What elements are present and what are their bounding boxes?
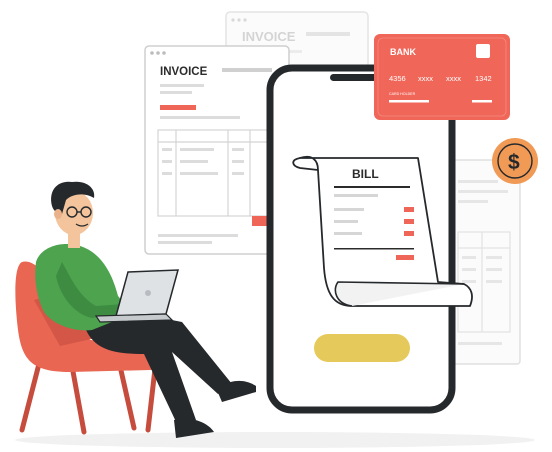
- invoice-title: INVOICE: [160, 66, 208, 78]
- card-number-part-4: 1342: [475, 74, 492, 83]
- card-number-part-2: xxxx: [418, 74, 433, 83]
- bill-title: BILL: [352, 167, 379, 181]
- bank-card: BANK 4356 xxxx xxxx 1342 CARD HOLDER: [374, 34, 510, 120]
- card-number-part-1: 4356: [389, 74, 406, 83]
- floor-shadow: [15, 432, 535, 448]
- dollar-coin-icon: $: [492, 138, 538, 184]
- invoice-back-title: INVOICE: [242, 29, 296, 44]
- bank-name: BANK: [390, 47, 416, 57]
- card-holder-label: CARD HOLDER: [389, 92, 416, 96]
- illustration-scene: INVOICE INVOICE BILL BANK 4356 xxxx xxxx…: [15, 11, 538, 448]
- card-chip-icon: [476, 44, 490, 58]
- person-legs: [86, 316, 232, 426]
- card-number-part-3: xxxx: [446, 74, 461, 83]
- coin-symbol: $: [508, 151, 520, 174]
- receipt-document-right: [447, 159, 521, 365]
- pay-button: [314, 334, 410, 362]
